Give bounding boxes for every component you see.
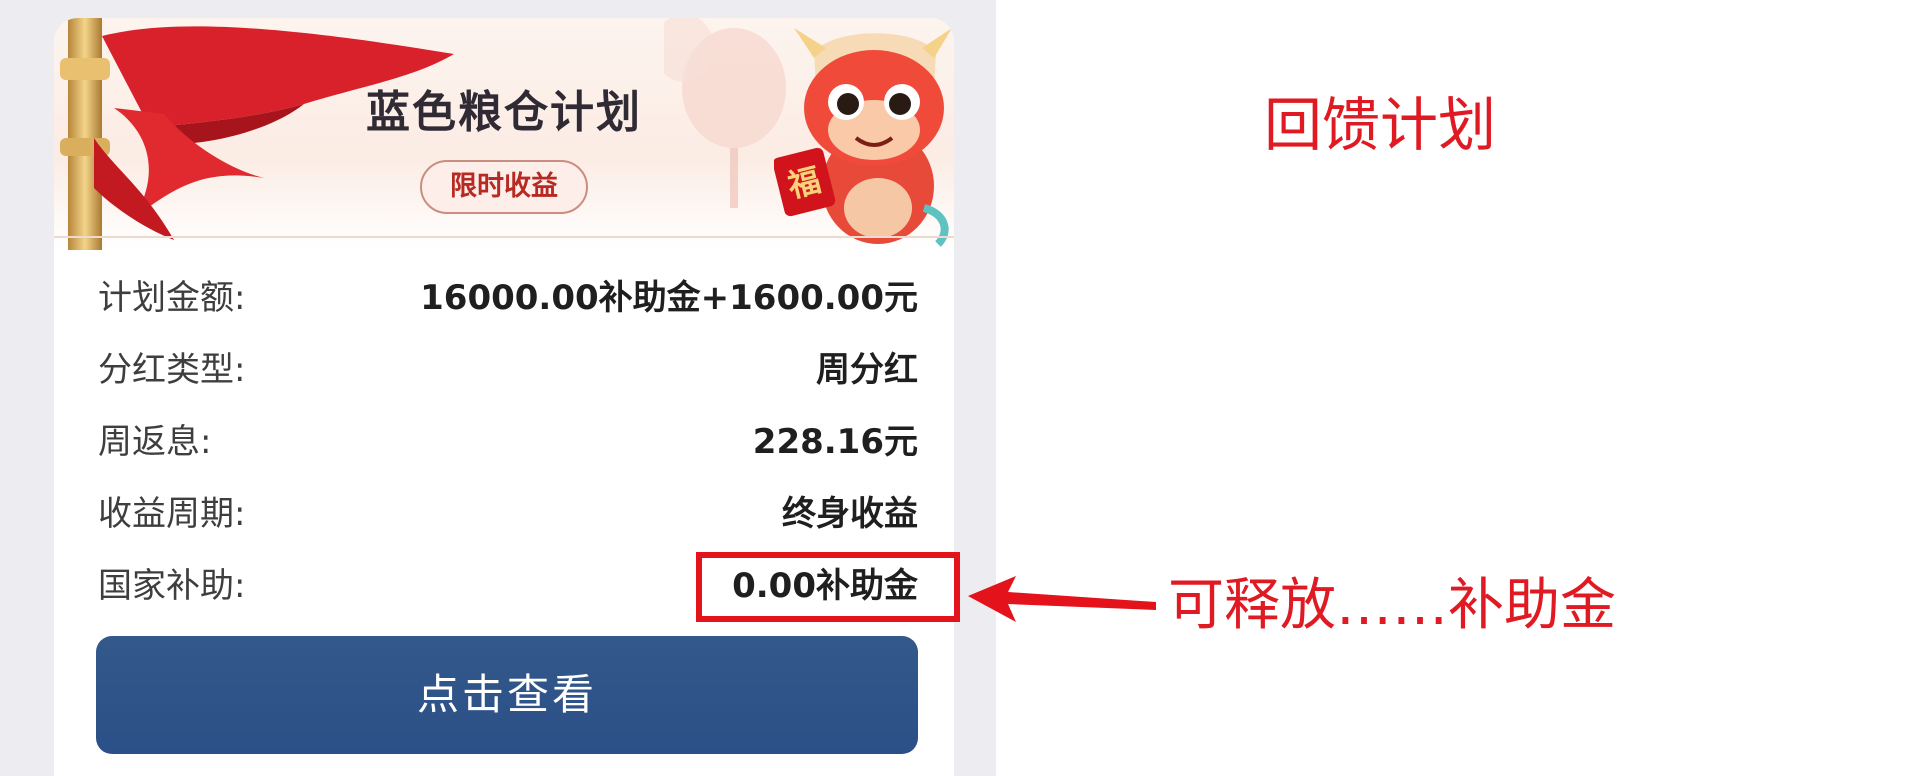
limited-earnings-badge: 限时收益 xyxy=(420,160,588,214)
annotation-arrow-icon xyxy=(968,576,1156,622)
info-value: 228.16元 xyxy=(752,422,918,462)
info-value: 16000.00补助金+1600.00元 xyxy=(420,278,918,318)
subsidy-highlight-box xyxy=(696,552,960,622)
info-label: 收益周期: xyxy=(98,494,246,534)
info-row-dividend-type: 分红类型: 周分红 xyxy=(98,342,918,398)
info-row-plan-amount: 计划金额: 16000.00补助金+1600.00元 xyxy=(98,270,918,326)
plan-banner: 福 蓝色粮仓计划 限时收益 xyxy=(54,18,954,250)
view-details-button[interactable]: 点击查看 xyxy=(96,636,918,754)
info-value: 终身收益 xyxy=(782,494,918,534)
info-label: 分红类型: xyxy=(98,350,246,390)
info-row-earnings-period: 收益周期: 终身收益 xyxy=(98,486,918,542)
info-row-weekly-return: 周返息: 228.16元 xyxy=(98,414,918,470)
plan-card: 福 蓝色粮仓计划 限时收益 计划金额: 16000.00补助金+1600.00元… xyxy=(54,18,954,776)
info-label: 周返息: xyxy=(98,422,212,462)
annotation-title: 回馈计划 xyxy=(1264,91,1497,159)
annotation-note: 可释放……补助金 xyxy=(1168,573,1616,638)
banner-divider xyxy=(54,236,954,238)
info-label: 计划金额: xyxy=(98,278,246,318)
screenshot-stage: 福 蓝色粮仓计划 限时收益 计划金额: 16000.00补助金+1600.00元… xyxy=(0,0,1908,776)
info-value: 周分红 xyxy=(816,350,918,390)
phone-screen: 福 蓝色粮仓计划 限时收益 计划金额: 16000.00补助金+1600.00元… xyxy=(0,0,996,776)
info-label: 国家补助: xyxy=(98,566,246,606)
plan-title: 蓝色粮仓计划 xyxy=(366,87,642,138)
dragon-mascot-icon: 福 xyxy=(774,28,952,247)
